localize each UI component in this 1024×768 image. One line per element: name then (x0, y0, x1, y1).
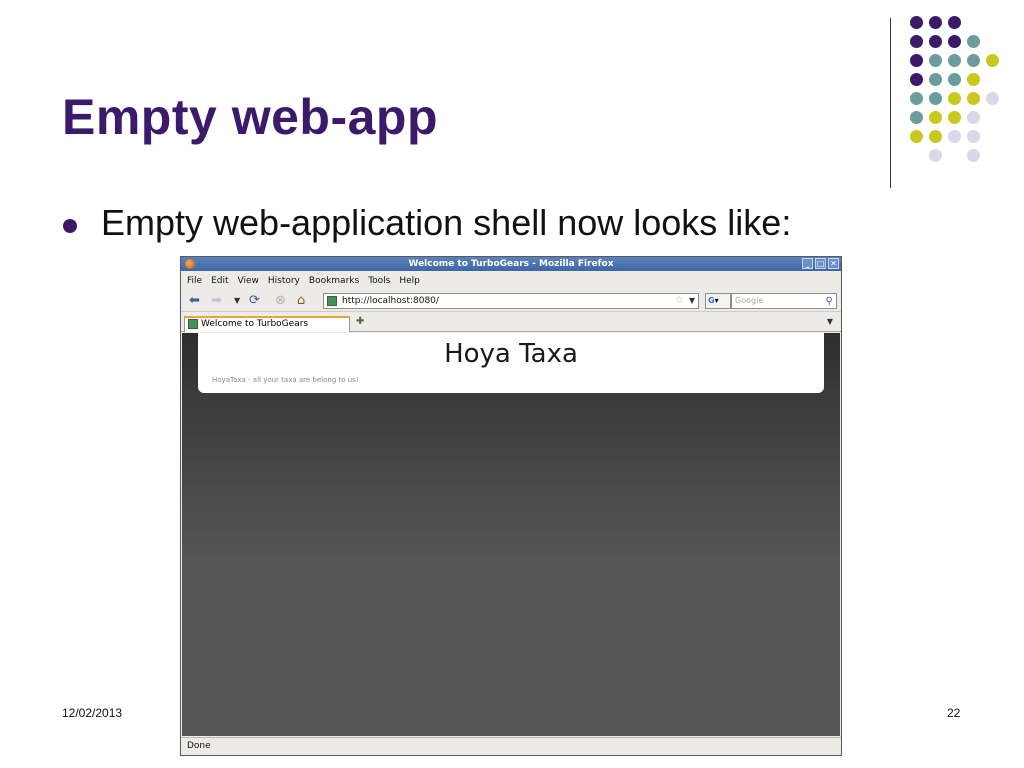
decoration-dot (910, 16, 923, 29)
menu-edit[interactable]: Edit (211, 276, 228, 286)
tab-list-button[interactable]: ▼ (827, 317, 833, 326)
decoration-dot (929, 111, 942, 124)
arrow-left-icon: ⬅ (189, 293, 200, 308)
decoration-dot (910, 73, 923, 86)
menu-bookmarks[interactable]: Bookmarks (309, 276, 359, 286)
bullet-text: Empty web-application shell now looks li… (101, 202, 792, 243)
decoration-dot (929, 92, 942, 105)
decoration-dot (929, 54, 942, 67)
page-viewport: Hoya Taxa HoyaTaxa - all your taxa are b… (182, 333, 840, 736)
back-button[interactable]: ⬅ (189, 293, 200, 309)
footer-page-number: 22 (947, 706, 961, 720)
close-button[interactable]: ✕ (828, 258, 839, 269)
menu-file[interactable]: File (187, 276, 202, 286)
footer-date: 12/02/2013 (62, 706, 123, 720)
decoration-dot (910, 54, 923, 67)
stop-icon: ⊗ (275, 293, 286, 308)
decoration-dot (948, 111, 961, 124)
bullet-marker (63, 219, 77, 233)
tab-title: Welcome to TurboGears (201, 319, 309, 329)
browser-window: Welcome to TurboGears - Mozilla Firefox … (180, 256, 842, 756)
chevron-down-icon: ▼ (234, 296, 241, 305)
tab-welcome[interactable]: Welcome to TurboGears (184, 316, 350, 332)
divider-line (890, 18, 891, 188)
decoration-dot (910, 92, 923, 105)
firefox-icon (185, 259, 195, 269)
decoration-dot (967, 111, 980, 124)
plus-icon: ✚ (356, 316, 365, 327)
slide-title: Empty web-app (62, 89, 438, 145)
status-text: Done (187, 741, 211, 751)
history-dropdown-button[interactable]: ▼ (234, 293, 240, 309)
decoration-dot (986, 54, 999, 67)
site-favicon-icon (327, 296, 337, 306)
search-placeholder: Google (735, 296, 764, 305)
menu-history[interactable]: History (268, 276, 300, 286)
decoration-dot (929, 73, 942, 86)
decoration-dot (967, 73, 980, 86)
decoration-dot (948, 16, 961, 29)
chevron-down-icon: ▼ (826, 317, 833, 326)
home-icon: ⌂ (297, 293, 306, 308)
url-dropdown-icon[interactable]: ▼ (689, 294, 695, 308)
decoration-dot (929, 16, 942, 29)
decoration-dot (910, 111, 923, 124)
page-title: Hoya Taxa (444, 339, 578, 369)
status-bar: Done (181, 737, 841, 755)
maximize-button[interactable]: □ (815, 258, 826, 269)
decoration-dot (929, 130, 942, 143)
stop-button[interactable]: ⊗ (275, 293, 286, 309)
page-subtitle: HoyaTaxa - all your taxa are belong to u… (212, 376, 359, 384)
reload-icon: ⟳ (249, 293, 260, 308)
search-icon[interactable]: ⚲ (826, 295, 833, 309)
decoration-dot (948, 35, 961, 48)
decoration-dot (986, 92, 999, 105)
menu-bar: File Edit View History Bookmarks Tools H… (181, 272, 841, 289)
decoration-dot (948, 73, 961, 86)
decoration-dot (910, 130, 923, 143)
navigation-toolbar: ⬅ ➡ ▼ ⟳ ⊗ ⌂ http://localhost:8080/ ☆ ▼ G… (181, 290, 841, 312)
menu-help[interactable]: Help (399, 276, 420, 286)
decoration-dot (948, 130, 961, 143)
address-bar-url: http://localhost:8080/ (342, 296, 439, 306)
menu-tools[interactable]: Tools (368, 276, 390, 286)
decoration-dot (967, 149, 980, 162)
forward-button[interactable]: ➡ (211, 293, 222, 309)
search-input[interactable]: Google ⚲ (731, 293, 837, 309)
home-button[interactable]: ⌂ (297, 293, 305, 309)
window-title: Welcome to TurboGears - Mozilla Firefox (408, 259, 614, 269)
menu-view[interactable]: View (238, 276, 259, 286)
site-favicon-icon (188, 319, 198, 329)
bookmark-star-icon[interactable]: ☆ (675, 294, 684, 308)
address-bar[interactable]: http://localhost:8080/ ☆ ▼ (323, 293, 699, 309)
decoration-dot (948, 92, 961, 105)
chevron-down-icon: ▾ (714, 296, 719, 305)
decoration-dot-grid (910, 16, 1000, 166)
decoration-dot (967, 92, 980, 105)
decoration-dot (967, 54, 980, 67)
google-icon: G (708, 296, 715, 305)
reload-button[interactable]: ⟳ (249, 293, 260, 309)
window-titlebar: Welcome to TurboGears - Mozilla Firefox … (181, 257, 841, 271)
tab-bar: Welcome to TurboGears ✚ ▼ (181, 314, 841, 332)
decoration-dot (967, 130, 980, 143)
arrow-right-icon: ➡ (211, 293, 222, 308)
minimize-button[interactable]: _ (802, 258, 813, 269)
decoration-dot (967, 35, 980, 48)
search-engine-selector[interactable]: G▾ (705, 293, 731, 309)
decoration-dot (929, 35, 942, 48)
decoration-dot (929, 149, 942, 162)
new-tab-button[interactable]: ✚ (356, 316, 364, 327)
page-header: Hoya Taxa HoyaTaxa - all your taxa are b… (198, 333, 824, 393)
decoration-dot (948, 54, 961, 67)
decoration-dot (910, 35, 923, 48)
